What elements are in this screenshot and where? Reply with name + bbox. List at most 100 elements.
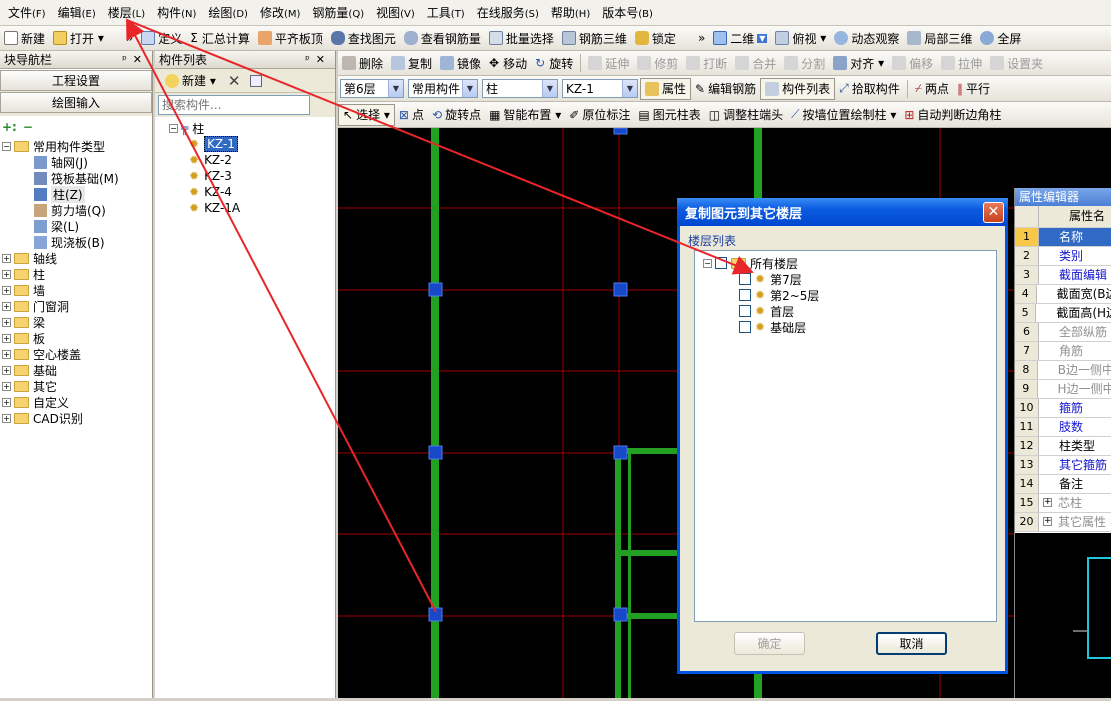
draw-by-wall-button[interactable]: ⟋ 按墙位置绘制柱 ▾ xyxy=(787,104,900,126)
new-component-button[interactable]: 新建 ▾ xyxy=(161,70,220,92)
property-row[interactable]: 10 箍筋 xyxy=(1015,399,1111,418)
move-button[interactable]: ✥ 移动 xyxy=(485,52,531,74)
expand-icon[interactable]: + xyxy=(1043,517,1052,526)
tree-group-0[interactable]: + 轴线 xyxy=(2,250,152,266)
search-component-input[interactable] xyxy=(158,95,310,115)
tree-group-2[interactable]: + 墙 xyxy=(2,282,152,298)
extend-button[interactable]: 延伸 xyxy=(584,52,633,74)
copy-button[interactable]: 复制 xyxy=(387,52,436,74)
adjust-column-end-button[interactable]: ◫ 调整柱端头 xyxy=(705,104,787,126)
menu-item-0[interactable]: 文件(F) xyxy=(2,4,52,21)
tree-group-6[interactable]: + 空心楼盖 xyxy=(2,346,152,362)
delete-icon[interactable]: ✕ xyxy=(228,72,241,90)
tree-group-10[interactable]: + CAD识别 xyxy=(2,410,152,426)
tree-group-4[interactable]: + 梁 xyxy=(2,314,152,330)
category-select[interactable]: 常用构件 ▼ xyxy=(408,79,478,98)
rebar-3d-button[interactable]: 钢筋三维 xyxy=(558,27,631,49)
batch-select-button[interactable]: 批量选择 xyxy=(485,27,558,49)
dynamic-observe-button[interactable]: 动态观察 xyxy=(830,27,903,49)
menu-item-7[interactable]: 视图(V) xyxy=(370,4,421,21)
type-select[interactable]: 柱 ▼ xyxy=(482,79,558,98)
set-grip-button[interactable]: 设置夹 xyxy=(986,52,1047,74)
flat-board-button[interactable]: 平齐板顶 xyxy=(254,27,327,49)
property-row[interactable]: 15 + 芯柱 xyxy=(1015,494,1111,513)
lock-button[interactable]: 锁定 xyxy=(631,27,680,49)
property-row[interactable]: 2 类别 xyxy=(1015,247,1111,266)
floor-item[interactable]: ✹ 首层 xyxy=(739,303,996,319)
new-button[interactable]: 新建 xyxy=(0,27,49,49)
floor-item[interactable]: ✹ 第2~5层 xyxy=(739,287,996,303)
property-row[interactable]: 8 B边一侧中 xyxy=(1015,361,1111,380)
collapse-icon[interactable]: − xyxy=(2,141,11,151)
all-floors-checkbox[interactable] xyxy=(715,257,727,269)
expand-icon[interactable]: + xyxy=(1043,498,1052,507)
merge-button[interactable]: 合并 xyxy=(731,52,780,74)
expand-icon[interactable]: + xyxy=(2,349,11,359)
drawing-input-button[interactable]: 绘图输入 xyxy=(0,92,152,113)
property-row[interactable]: 6 全部纵筋 xyxy=(1015,323,1111,342)
collapse-icon[interactable]: − xyxy=(169,123,178,133)
menu-item-10[interactable]: 帮助(H) xyxy=(545,4,596,21)
floor-checkbox[interactable] xyxy=(739,305,751,317)
pick-component-button[interactable]: ⤢ 拾取构件 xyxy=(835,78,904,100)
property-row[interactable]: 12 柱类型 xyxy=(1015,437,1111,456)
sum-calc-button[interactable]: Σ 汇总计算 xyxy=(186,27,254,49)
ok-button[interactable]: 确定 xyxy=(734,632,805,655)
tree-item-slab[interactable]: 现浇板(B) xyxy=(2,234,152,250)
expand-icon[interactable]: + xyxy=(2,381,11,391)
local-3d-button[interactable]: 局部三维 xyxy=(903,27,976,49)
tree-item-column[interactable]: 柱(Z) xyxy=(2,185,152,203)
floor-item[interactable]: ✹ 基础层 xyxy=(739,319,996,335)
floor-checkbox[interactable] xyxy=(739,273,751,285)
pin-close-icons-2[interactable]: ᵖ✕ xyxy=(305,53,331,66)
open-button[interactable]: 打开 ▾ xyxy=(49,27,108,49)
property-row[interactable]: 3 截面编辑 xyxy=(1015,266,1111,285)
define-button[interactable]: 定义 xyxy=(137,27,186,49)
menu-item-6[interactable]: 钢筋量(Q) xyxy=(306,4,370,21)
property-row[interactable]: 14 备注 xyxy=(1015,475,1111,494)
top-view-button[interactable]: 俯视 ▾ xyxy=(771,27,830,49)
fullscreen-button[interactable]: 全屏 xyxy=(976,27,1025,49)
view-2d-button[interactable]: 二维 ▼ xyxy=(709,27,771,49)
tree-group-7[interactable]: + 基础 xyxy=(2,362,152,378)
tree-item-grid[interactable]: 轴网(J) xyxy=(2,154,152,170)
component-item[interactable]: ✹ KZ-1A xyxy=(189,200,335,216)
view-rebar-button[interactable]: 查看钢筋量 xyxy=(400,27,485,49)
expand-icon[interactable]: + xyxy=(2,317,11,327)
menu-item-8[interactable]: 工具(T) xyxy=(421,4,471,21)
expand-icon[interactable]: + xyxy=(2,333,11,343)
menu-item-4[interactable]: 绘图(D) xyxy=(202,4,254,21)
property-row[interactable]: 5截面高(H边 xyxy=(1015,304,1111,323)
component-item[interactable]: ✹ KZ-1 xyxy=(189,136,335,152)
tree-group-3[interactable]: + 门窗洞 xyxy=(2,298,152,314)
property-row[interactable]: 4截面宽(B边 xyxy=(1015,285,1111,304)
property-row[interactable]: 13 其它箍筋 xyxy=(1015,456,1111,475)
property-row[interactable]: 20 + 其它属性 xyxy=(1015,513,1111,532)
menu-item-3[interactable]: 构件(N) xyxy=(151,4,202,21)
project-settings-button[interactable]: 工程设置 xyxy=(0,70,152,91)
tree-item-beam[interactable]: 梁(L) xyxy=(2,218,152,234)
toolbar-overflow-button[interactable]: » xyxy=(122,27,137,49)
menu-item-11[interactable]: 版本号(B) xyxy=(596,4,659,21)
expand-icon[interactable]: + xyxy=(2,253,11,263)
trim-button[interactable]: 修剪 xyxy=(633,52,682,74)
point-button[interactable]: ⊠ 点 xyxy=(395,104,428,126)
tree-item-shear-wall[interactable]: 剪力墙(Q) xyxy=(2,202,152,218)
expand-icon[interactable]: + xyxy=(2,397,11,407)
close-icon[interactable]: ✕ xyxy=(983,201,1004,223)
expand-icon[interactable]: + xyxy=(2,269,11,279)
select-button[interactable]: ↖ 选择 ▾ xyxy=(338,103,395,126)
toolbar-overflow-button-2[interactable]: » xyxy=(694,27,709,49)
tree-root-common-types[interactable]: − 常用构件类型 xyxy=(2,138,152,154)
smart-layout-button[interactable]: ▦ 智能布置 ▾ xyxy=(485,104,565,126)
stretch-button[interactable]: 拉伸 xyxy=(937,52,986,74)
tree-group-1[interactable]: + 柱 xyxy=(2,266,152,282)
split-button[interactable]: 分割 xyxy=(780,52,829,74)
floor-checkbox[interactable] xyxy=(739,289,751,301)
component-item[interactable]: ✹ KZ-3 xyxy=(189,168,335,184)
collapse-all-icon[interactable]: − xyxy=(23,120,33,134)
pin-close-icons[interactable]: ᵖ✕ xyxy=(122,53,148,66)
tree-group-5[interactable]: + 板 xyxy=(2,330,152,346)
property-row[interactable]: 1 名称 xyxy=(1015,228,1111,247)
properties-button[interactable]: 属性 xyxy=(640,77,692,100)
